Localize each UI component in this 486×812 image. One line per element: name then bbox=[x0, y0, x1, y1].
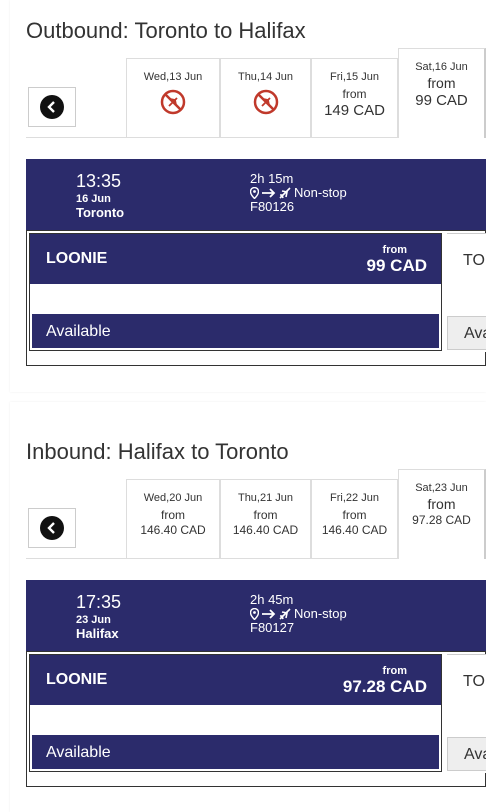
date-tab-from: from bbox=[427, 75, 456, 91]
flight-number: F80126 bbox=[250, 199, 295, 214]
inbound-fare-options: LOONIE from 97.28 CAD Available TO Ava bbox=[26, 651, 486, 787]
flight-duration: 2h 45m bbox=[250, 592, 294, 607]
inbound-date-tab-4-selected[interactable]: Sat,23 Jun from 97.28 CAD bbox=[398, 469, 486, 559]
fare-card-next-partial[interactable]: TO Ava bbox=[447, 654, 486, 773]
date-tab-price: 99 CAD bbox=[415, 92, 468, 109]
fare-name: LOONIE bbox=[46, 671, 108, 688]
date-tab-label: Thu,14 Jun bbox=[237, 71, 294, 83]
chevron-left-icon bbox=[40, 95, 64, 119]
inbound-date-tab-2[interactable]: Thu,21 Jun from 146.40 CAD bbox=[220, 479, 311, 559]
fare-availability-button[interactable]: Ava bbox=[447, 316, 486, 350]
arrow-right-icon bbox=[262, 608, 276, 619]
chevron-left-icon bbox=[40, 516, 64, 540]
fare-card-loonie[interactable]: LOONIE from 97.28 CAD Available bbox=[29, 654, 442, 772]
departure-city: Halifax bbox=[76, 626, 119, 641]
departure-date: 16 Jun bbox=[76, 193, 111, 205]
route-info: Non-stop bbox=[250, 606, 347, 621]
outbound-panel: Outbound: Toronto to Halifax Wed,13 Jun … bbox=[10, 0, 486, 392]
date-tab-price: 97.28 CAD bbox=[412, 513, 471, 527]
availability-label: Ava bbox=[464, 746, 486, 763]
date-tab-from: from bbox=[161, 508, 185, 522]
outbound-date-tab-3[interactable]: Fri,15 Jun from 149 CAD bbox=[311, 58, 398, 138]
fare-card-loonie[interactable]: LOONIE from 99 CAD Available bbox=[29, 233, 442, 351]
departure-date: 23 Jun bbox=[76, 614, 111, 626]
date-tab-label: Wed,20 Jun bbox=[143, 492, 203, 504]
inbound-date-tab-3[interactable]: Fri,22 Jun from 146.40 CAD bbox=[311, 479, 398, 559]
flight-number: F80127 bbox=[250, 620, 295, 635]
outbound-date-tab-4-selected[interactable]: Sat,16 Jun from 99 CAD bbox=[398, 48, 486, 138]
fare-availability-button[interactable]: Ava bbox=[447, 737, 486, 771]
fare-from-label: from bbox=[382, 244, 407, 256]
inbound-flight-summary[interactable]: 17:35 23 Jun Halifax 2h 45m Non-stop F80… bbox=[26, 580, 486, 652]
outbound-date-tab-2[interactable]: Thu,14 Jun bbox=[220, 58, 311, 138]
inbound-prev-dates-button[interactable] bbox=[28, 508, 76, 548]
inbound-title: Inbound: Halifax to Toronto bbox=[26, 439, 289, 464]
date-tab-from: from bbox=[253, 508, 278, 522]
fare-name: TO bbox=[463, 673, 485, 690]
fare-availability-button[interactable]: Available bbox=[32, 735, 439, 769]
fare-price: 99 CAD bbox=[366, 256, 427, 275]
date-tab-from: from bbox=[427, 496, 456, 512]
stops-label: Non-stop bbox=[294, 185, 347, 200]
arrow-right-icon bbox=[262, 187, 276, 198]
fare-from-label: from bbox=[382, 665, 407, 677]
date-tab-label: Wed,13 Jun bbox=[143, 71, 203, 83]
fare-availability-button[interactable]: Available bbox=[32, 314, 439, 348]
fare-header: LOONIE from 99 CAD bbox=[30, 234, 441, 284]
date-tab-price: 146.40 CAD bbox=[232, 523, 299, 537]
fare-price: 97.28 CAD bbox=[342, 677, 427, 696]
date-tab-label: Fri,15 Jun bbox=[330, 71, 379, 83]
date-tab-from: from bbox=[342, 508, 367, 522]
outbound-fare-options: LOONIE from 99 CAD Available TO Ava bbox=[26, 230, 486, 366]
availability-label: Available bbox=[46, 323, 111, 340]
date-tab-label: Thu,21 Jun bbox=[237, 492, 294, 504]
inbound-panel: Inbound: Halifax to Toronto Wed,20 Jun f… bbox=[10, 402, 486, 812]
inbound-date-tab-1[interactable]: Wed,20 Jun from 146.40 CAD bbox=[126, 479, 220, 559]
flight-duration: 2h 15m bbox=[250, 171, 294, 186]
outbound-date-tab-1[interactable]: Wed,13 Jun bbox=[126, 58, 220, 138]
fare-card-next-partial[interactable]: TO Ava bbox=[447, 233, 486, 352]
outbound-flight-summary[interactable]: 13:35 16 Jun Toronto 2h 15m Non-stop F80… bbox=[26, 159, 486, 231]
stops-label: Non-stop bbox=[294, 606, 347, 621]
route-info: Non-stop bbox=[250, 185, 347, 200]
map-pin-icon bbox=[250, 186, 259, 199]
departure-time: 13:35 bbox=[76, 171, 122, 191]
departure-city: Toronto bbox=[76, 205, 125, 220]
airplane-icon bbox=[279, 186, 291, 199]
date-tab-price: 146.40 CAD bbox=[321, 523, 388, 537]
no-flight-icon bbox=[253, 89, 278, 115]
date-tab-from: from bbox=[342, 87, 367, 101]
date-tab-price: 149 CAD bbox=[324, 102, 385, 119]
fare-name: TO bbox=[463, 252, 485, 269]
map-pin-icon bbox=[250, 607, 259, 620]
date-tab-price: 146.40 CAD bbox=[140, 523, 206, 537]
fare-name: LOONIE bbox=[46, 250, 108, 267]
date-tab-label: Sat,23 Jun bbox=[415, 482, 468, 494]
availability-label: Available bbox=[46, 744, 111, 761]
date-tab-label: Fri,22 Jun bbox=[330, 492, 379, 504]
airplane-icon bbox=[279, 607, 291, 620]
outbound-prev-dates-button[interactable] bbox=[28, 87, 76, 127]
outbound-title: Outbound: Toronto to Halifax bbox=[26, 18, 306, 43]
departure-time: 17:35 bbox=[76, 592, 122, 612]
availability-label: Ava bbox=[464, 325, 486, 342]
no-flight-icon bbox=[160, 89, 186, 115]
date-tab-label: Sat,16 Jun bbox=[415, 61, 468, 73]
fare-header: LOONIE from 97.28 CAD bbox=[30, 655, 441, 705]
